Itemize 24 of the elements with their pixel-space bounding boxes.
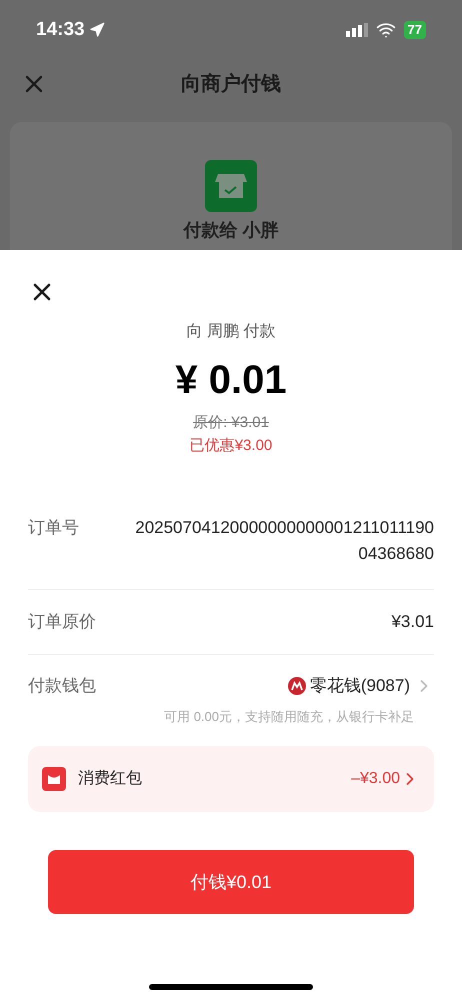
pay-amount: ¥ 0.01 <box>175 357 287 404</box>
coupon-value: –¥3.00 <box>351 769 400 789</box>
coupon-label: 消费红包 <box>78 768 142 789</box>
original-price: 原价: ¥3.01 <box>193 413 269 433</box>
page-title: 向商户付钱 <box>181 72 281 97</box>
envelope-icon <box>42 767 66 791</box>
status-time: 14:33 <box>36 18 85 42</box>
row-label: 付款钱包 <box>28 675 96 697</box>
signal-icon <box>346 23 368 37</box>
order-number: 2025070412000000000000121101119004368680 <box>134 517 434 565</box>
wallet-name[interactable]: 零花钱(9087) <box>310 673 410 698</box>
payee-text: 向 周鹏 付款 <box>186 322 276 342</box>
pay-button[interactable]: 付钱¥0.01 <box>48 850 414 914</box>
bank-logo-icon <box>288 676 306 695</box>
coupon-row[interactable]: 消费红包 –¥3.00 <box>28 746 434 812</box>
shop-icon <box>205 160 257 212</box>
wallet-note: 可用 0.00元，支持随用随充，从银行卡补足 <box>164 708 414 726</box>
row-label: 订单号 <box>28 517 79 539</box>
row-label: 订单原价 <box>28 611 96 634</box>
location-icon <box>88 22 105 38</box>
merchant-name: 付款给 小胖 <box>183 220 278 240</box>
row-value: ¥3.01 <box>391 611 434 634</box>
battery-indicator: 77 <box>404 21 426 39</box>
discount-text: 已优惠¥3.00 <box>190 436 272 456</box>
